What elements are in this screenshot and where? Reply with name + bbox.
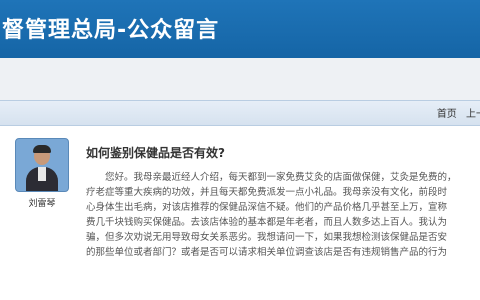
page: 督管理总局-公众留言 首页 上一 刘雷琴 如何鉴别保健品是否有效? 您好。我母亲… [0, 0, 480, 300]
pager-bar: 首页 上一 [0, 100, 480, 126]
post-title: 如何鉴别保健品是否有效? [86, 146, 225, 160]
post-line: 您好。我母亲最近经人介绍，每天都到一家免费艾灸的店面做保健，艾灸是免费的， [105, 172, 457, 183]
post-line: 费几千块钱购买保健品。去该店体验的基本都是年老者，而且人数多达上百人。我认为 [86, 217, 448, 228]
first-page-link[interactable]: 首页 [437, 109, 457, 120]
avatar [15, 138, 69, 192]
post-line: 的那些单位或者部门？或者是否可以请求相关单位调查该店是否有违规销售产品的行为 [86, 247, 448, 258]
username: 刘雷琴 [28, 199, 56, 209]
post-line: 疗老症等重大疾病的功效，并且每天都免费派发一点小礼品。我母亲没有文化，前段时 [86, 187, 448, 198]
user-column: 刘雷琴 [14, 138, 70, 209]
prev-page-link[interactable]: 上一 [466, 109, 480, 120]
post-line: 心身体生出毛病，对该店推荐的保健品深信不疑。他们的产品价格几乎甚至上万，宣称 [86, 202, 448, 213]
post-line: 骗，但多次劝说无用导致母女关系恶劣。我想请问一下，如果我想检测该保健品是否安 [86, 232, 448, 243]
pager-links: 首页 上一 [431, 105, 480, 120]
header-spacer [0, 58, 480, 100]
site-header: 督管理总局-公众留言 [0, 0, 480, 58]
post-body: 您好。我母亲最近经人介绍，每天都到一家免费艾灸的店面做保健，艾灸是免费的， 疗老… [86, 170, 480, 260]
message-post: 刘雷琴 如何鉴别保健品是否有效? 您好。我母亲最近经人介绍，每天都到一家免费艾灸… [0, 126, 480, 300]
site-title: 督管理总局-公众留言 [2, 18, 220, 43]
